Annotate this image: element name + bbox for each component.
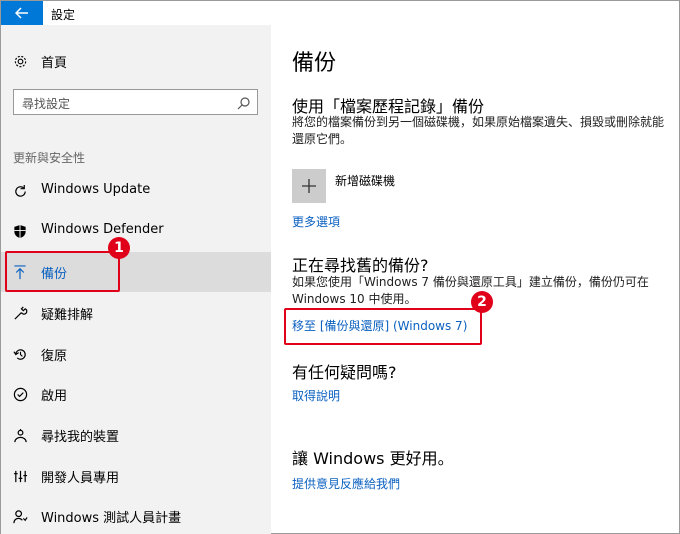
- sidebar-item-label: Windows Defender: [41, 222, 164, 237]
- sidebar-item-windows-defender[interactable]: Windows Defender: [1, 211, 271, 251]
- insider-icon: [12, 508, 28, 524]
- sidebar-item-label: 開發人員專用: [41, 471, 120, 486]
- window-title: 設定: [51, 8, 76, 22]
- sidebar-item-label: 復原: [41, 349, 68, 364]
- person-location-icon: [12, 427, 28, 443]
- questions-heading: 有任何疑問嗎?: [292, 363, 397, 382]
- back-arrow-icon: [15, 7, 28, 19]
- search-placeholder: 尋找設定: [22, 97, 71, 111]
- get-help-link[interactable]: 取得說明: [292, 387, 340, 404]
- more-options-link[interactable]: 更多選項: [292, 213, 340, 230]
- title-bar: 設定: [1, 1, 679, 25]
- give-feedback-link[interactable]: 提供意見反應給我們: [292, 475, 400, 492]
- back-button[interactable]: [1, 1, 43, 25]
- file-history-description: 將您的檔案備份到另一個磁碟機，如果原始檔案遺失、損毀或刪除就能還原它們。: [292, 115, 665, 146]
- sidebar-item-windows-insider[interactable]: Windows 測試人員計畫: [1, 496, 271, 534]
- sidebar-item-find-my-device[interactable]: 尋找我的裝置: [1, 415, 271, 455]
- developer-icon: [12, 468, 28, 484]
- sidebar-item-label: 尋找我的裝置: [41, 430, 120, 445]
- shield-icon: [12, 223, 28, 239]
- annotation-highlight-2: [284, 308, 482, 345]
- sidebar-item-label: Windows Update: [41, 182, 151, 197]
- sidebar-item-label: 首頁: [41, 55, 68, 71]
- recovery-icon: [12, 346, 28, 362]
- sidebar-item-developers[interactable]: 開發人員專用: [1, 456, 271, 496]
- refresh-icon: [12, 183, 28, 199]
- sidebar-item-troubleshoot[interactable]: 疑難排解: [1, 293, 271, 333]
- add-drive-button[interactable]: [292, 169, 326, 203]
- check-circle-icon: [12, 386, 28, 402]
- sidebar-item-label: 疑難排解: [41, 308, 94, 323]
- feedback-heading: 讓 Windows 更好用。: [292, 449, 454, 468]
- sidebar-item-activation[interactable]: 啟用: [1, 374, 271, 414]
- wrench-icon: [12, 305, 28, 321]
- page-title: 備份: [292, 51, 337, 76]
- add-drive-label: 新增磁碟機: [335, 174, 396, 188]
- gear-icon: [12, 53, 28, 69]
- annotation-badge-1: 1: [108, 237, 130, 259]
- section-heading: 更新與安全性: [13, 151, 86, 165]
- sidebar-item-recovery[interactable]: 復原: [1, 334, 271, 374]
- annotation-highlight-1: [5, 251, 120, 292]
- sidebar-item-home[interactable]: 首頁: [1, 47, 271, 75]
- search-input[interactable]: 尋找設定: [13, 89, 258, 115]
- annotation-badge-2: 2: [471, 291, 493, 313]
- sidebar-item-windows-update[interactable]: Windows Update: [1, 171, 271, 211]
- sidebar-item-label: Windows 測試人員計畫: [41, 511, 182, 526]
- older-backup-heading: 正在尋找舊的備份?: [292, 256, 429, 275]
- search-icon[interactable]: [237, 95, 251, 110]
- plus-icon: [302, 179, 316, 193]
- sidebar-item-label: 啟用: [41, 389, 68, 404]
